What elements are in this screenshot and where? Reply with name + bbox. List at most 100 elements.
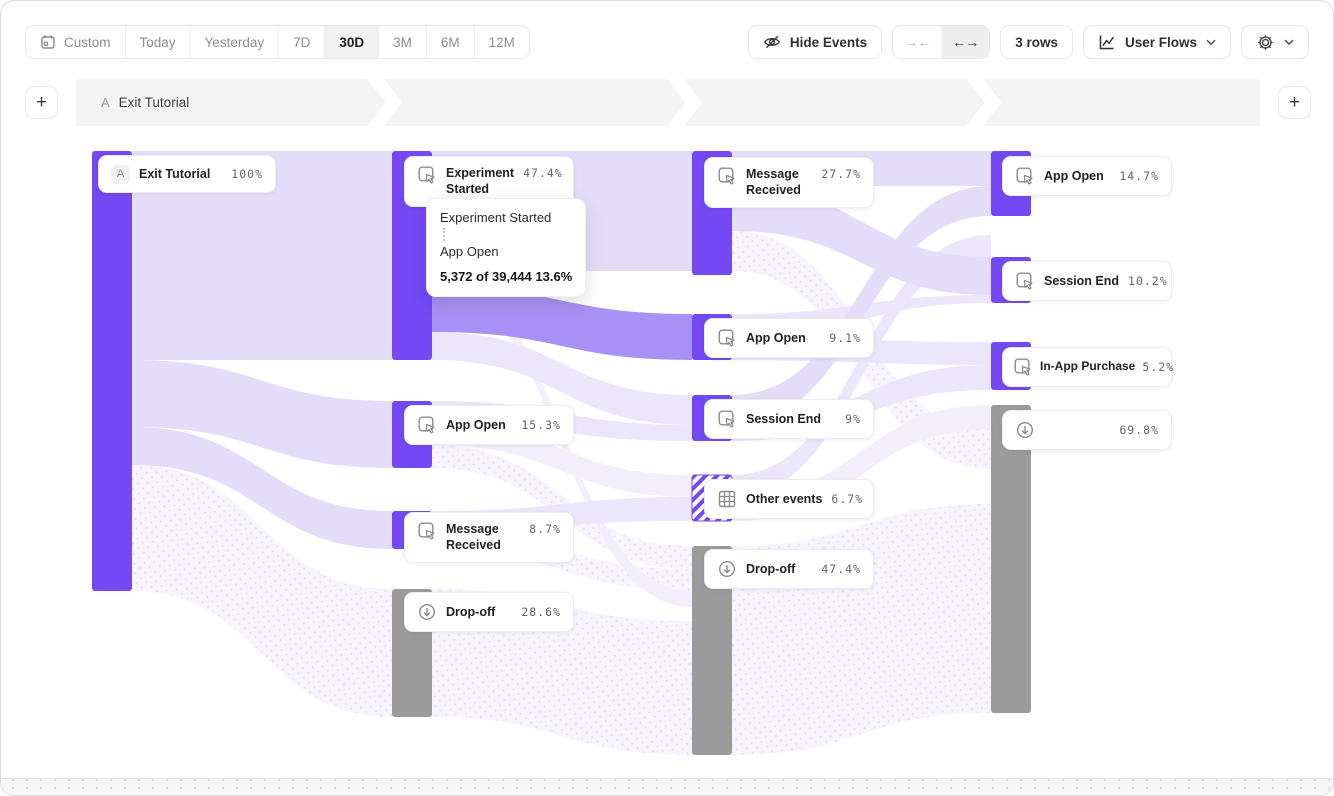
range-6m-label: 6M [441,35,460,50]
step-letter: A [101,95,110,110]
range-6m[interactable]: 6M [426,26,474,58]
tooltip-connector-dotted-line [443,228,445,241]
chart-type-label: User Flows [1125,35,1197,50]
node-label: Drop-off [446,604,495,620]
user-flows-app: Custom Today Yesterday 7D 30D 3M 6M 12M … [0,0,1334,796]
node-label: App Open [1044,168,1104,184]
node-percent: 47.4% [523,166,563,180]
toolbar-right: Hide Events →← ←→ 3 rows User Flows [748,25,1309,59]
range-12m[interactable]: 12M [474,26,529,58]
node-label: App Open [746,330,806,346]
range-custom[interactable]: Custom [26,26,125,58]
range-yesterday[interactable]: Yesterday [190,26,279,58]
chart-type-dropdown[interactable]: User Flows [1083,25,1231,59]
node-label: In-App Purchase [1040,359,1135,375]
settings-dropdown[interactable] [1241,25,1309,59]
date-range-control: Custom Today Yesterday 7D 30D 3M 6M 12M [25,25,530,59]
node-card-app-open-3[interactable]: App Open 9.1% [704,318,874,358]
flow-link[interactable] [732,504,991,755]
node-label: App Open [446,417,506,433]
click-event-icon [1015,271,1035,291]
chevron-down-icon [1284,39,1294,46]
gear-icon [1256,33,1275,52]
click-event-icon [1013,357,1033,377]
rows-button[interactable]: 3 rows [1000,25,1073,59]
drop-off-icon [417,602,437,622]
range-3m-label: 3M [393,35,412,50]
grid-icon [717,489,737,509]
tooltip-source-event: Experiment Started [440,210,572,225]
node-percent: 9.1% [829,331,861,345]
node-percent: 9% [845,412,861,426]
collapse-columns-button[interactable]: →← [893,26,941,58]
node-card-other-events-3[interactable]: Other events 6.7% [704,479,874,519]
user-flows-chart-icon [1098,33,1116,51]
add-step-left-button[interactable]: + [25,86,58,119]
node-percent: 5.2% [1142,360,1174,374]
collapse-arrows-glyph: →← [904,34,930,50]
range-today[interactable]: Today [125,26,190,58]
node-percent: 10.2% [1128,274,1168,288]
node-label: Session End [1044,273,1119,289]
click-event-icon [717,328,737,348]
timeline-scrollbar-strip[interactable] [1,778,1333,796]
node-label: Other events [746,491,822,507]
step-separator-chevron [664,79,704,126]
range-custom-label: Custom [64,35,111,50]
node-card-app-open-2[interactable]: App Open 15.3% [404,405,574,445]
node-percent: 28.6% [521,605,561,619]
expand-columns-button[interactable]: ←→ [941,26,989,58]
toolbar: Custom Today Yesterday 7D 30D 3M 6M 12M … [25,25,1309,59]
node-card-app-open-4[interactable]: App Open 14.7% [1002,156,1172,196]
step-separator-chevron [364,79,404,126]
range-7d[interactable]: 7D [278,26,324,58]
node-card-drop-off-4[interactable]: Drop-off 69.8% [1002,410,1172,450]
node-card-message-received-2[interactable]: Message Received 8.7% [404,512,574,563]
range-7d-label: 7D [293,35,310,50]
eye-off-icon [763,33,781,51]
node-label: Message Received [446,521,520,554]
node-label: Experiment Started [446,165,514,198]
tooltip-target-event: App Open [440,244,572,259]
hide-events-button[interactable]: Hide Events [748,25,882,59]
node-percent: 100% [231,167,263,181]
chevron-down-icon [1206,39,1216,46]
steps-band: A Exit Tutorial [76,79,1260,126]
expand-arrows-glyph: ←→ [952,34,978,50]
drop-off-icon [1015,420,1035,440]
node-card-drop-off-3[interactable]: Drop-off 47.4% [704,549,874,589]
node-card-drop-off-2[interactable]: Drop-off 28.6% [404,592,574,632]
click-event-icon [717,409,737,429]
rows-label: 3 rows [1015,35,1058,50]
node-label: Message Received [746,166,812,199]
step-separator-chevron [963,79,1003,126]
range-yesterday-label: Yesterday [205,35,265,50]
node-percent: 27.7% [821,167,861,181]
step-a-header[interactable]: A Exit Tutorial [101,79,189,126]
node-card-session-end-3[interactable]: Session End 9% [704,399,874,439]
node-card-message-received-3[interactable]: Message Received 27.7% [704,157,874,208]
step-letter-badge: A [111,165,130,184]
range-3m[interactable]: 3M [378,26,426,58]
add-step-right-button[interactable]: + [1278,86,1311,119]
node-card-exit-tutorial[interactable]: A Exit Tutorial 100% [98,155,276,193]
node-percent: 15.3% [521,418,561,432]
node-card-in-app-purchase-4[interactable]: In-App Purchase 5.2% [1002,347,1172,387]
node-percent: 47.4% [821,562,861,576]
drop-off-icon [717,559,737,579]
node-label: Session End [746,411,821,427]
node-percent: 8.7% [529,522,561,536]
flow-bar-exit-tutorial[interactable] [92,151,132,591]
node-label: Exit Tutorial [139,166,210,182]
click-event-icon [417,165,437,185]
flow-bar-drop-off-4[interactable] [991,405,1031,713]
range-30d[interactable]: 30D [324,26,378,58]
click-event-icon [1015,166,1035,186]
node-percent: 69.8% [1119,423,1159,437]
node-label: Drop-off [746,561,795,577]
tooltip-value: 5,372 of 39,444 13.6% [440,269,572,284]
step-name: Exit Tutorial [119,95,190,110]
plus-glyph: + [36,92,47,113]
node-card-session-end-4[interactable]: Session End 10.2% [1002,261,1172,301]
hide-events-label: Hide Events [790,35,867,50]
